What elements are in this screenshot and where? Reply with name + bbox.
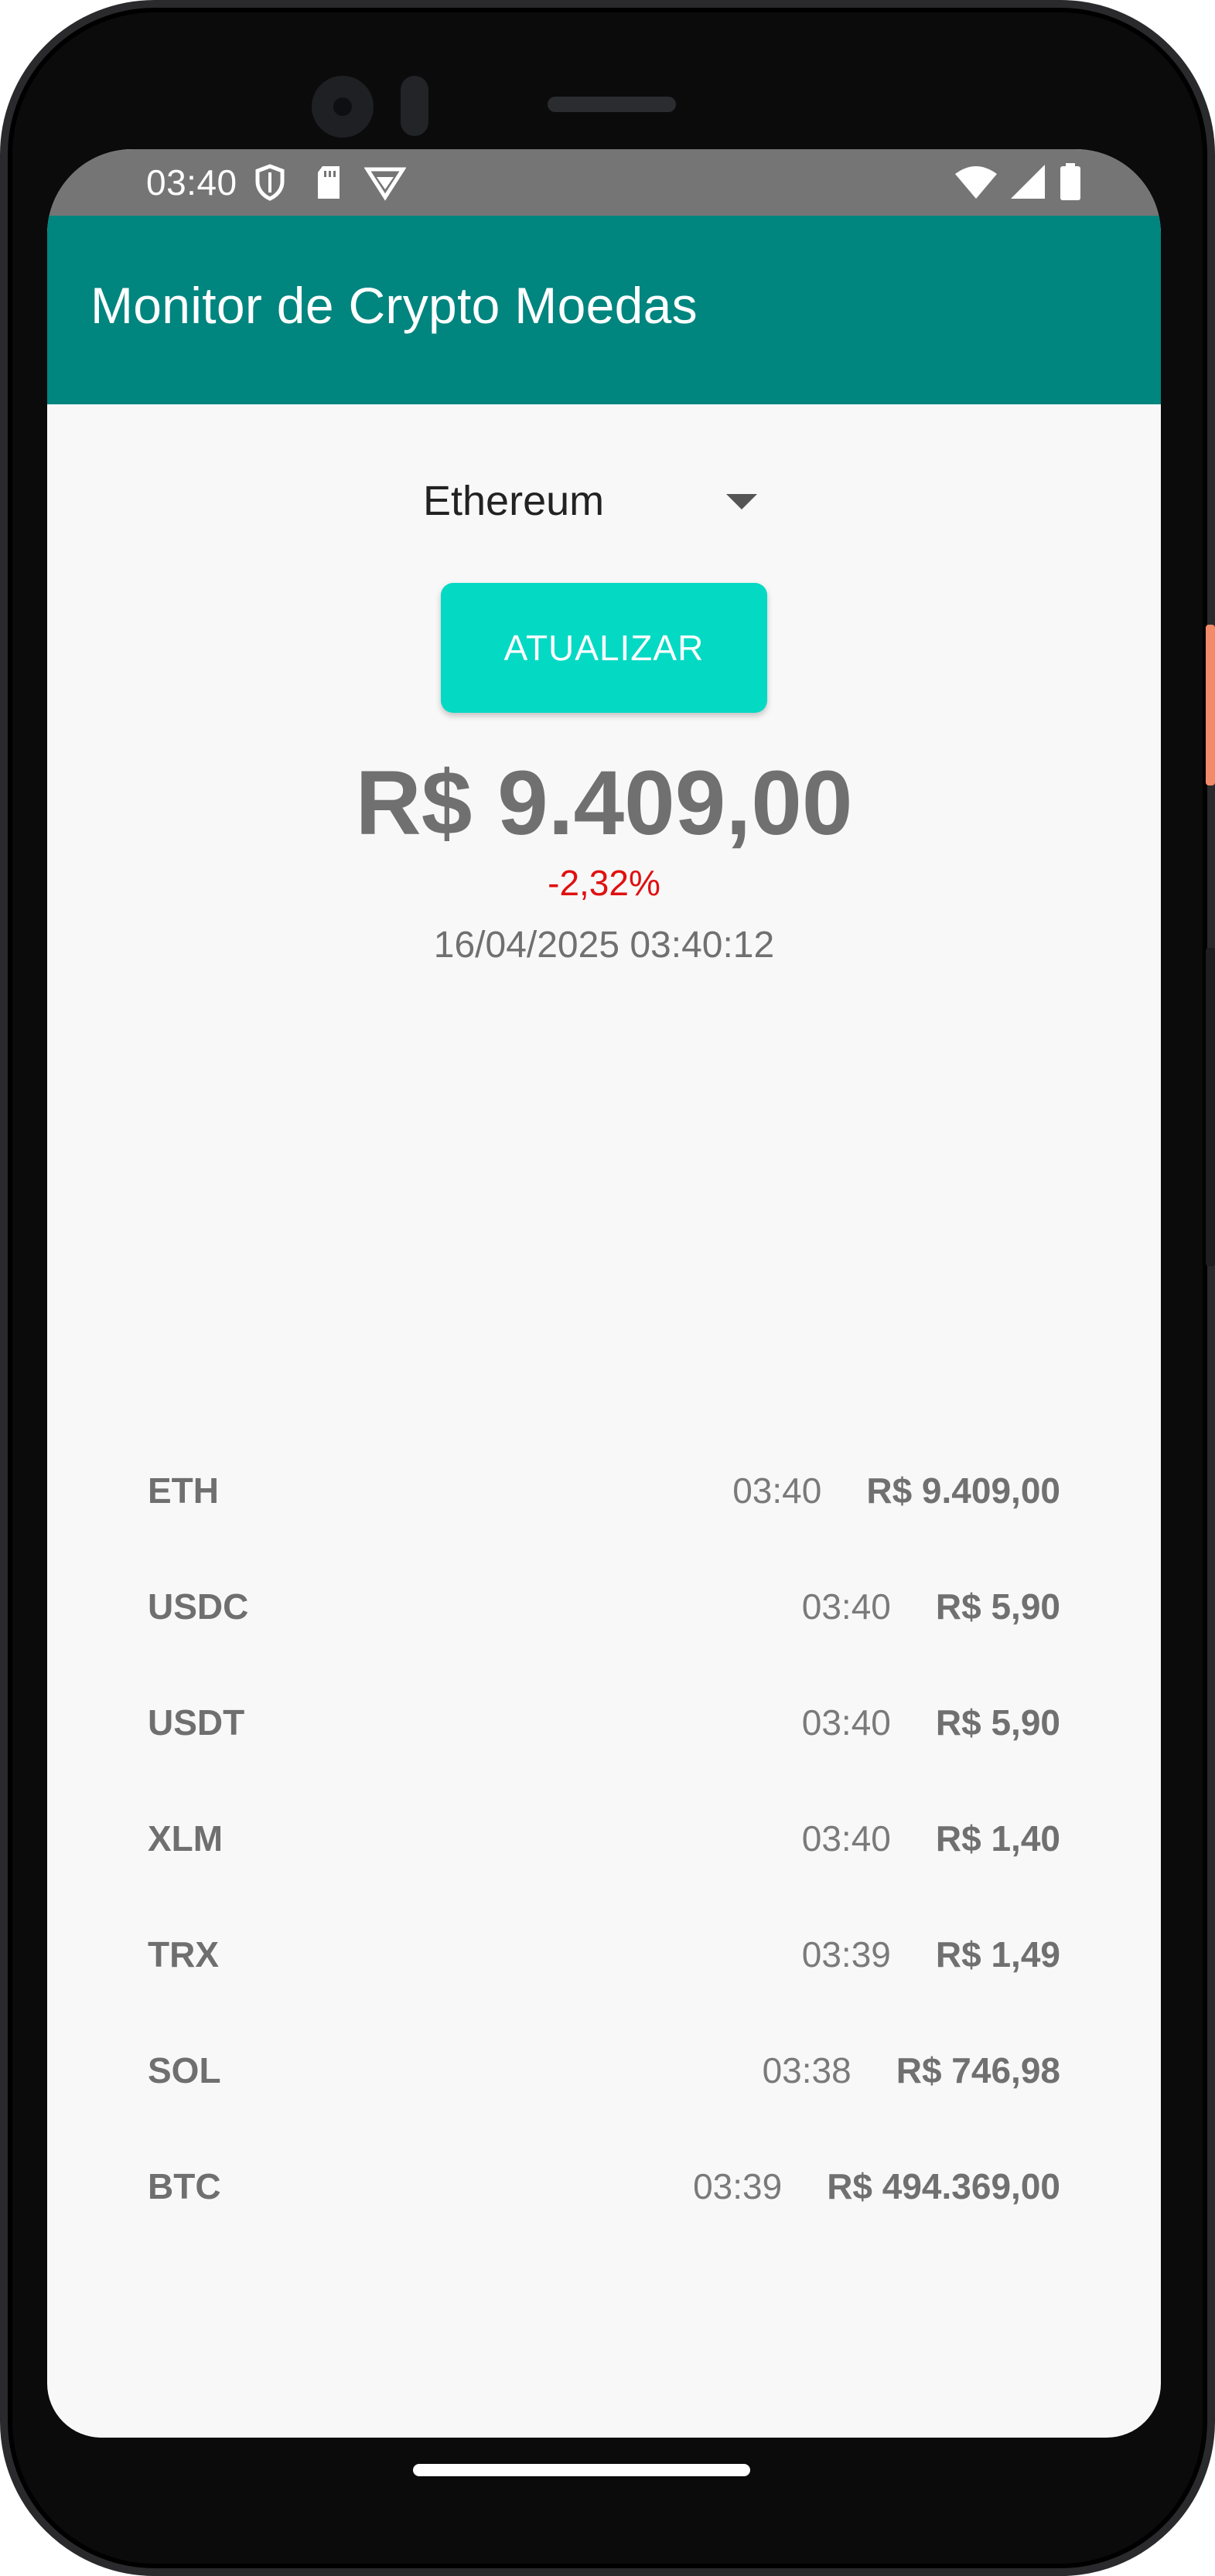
price-change: -2,32% xyxy=(548,863,660,903)
quote-time: 03:39 xyxy=(693,2166,783,2206)
quote-price: R$ 746,98 xyxy=(896,2050,1060,2090)
quote-price: R$ 9.409,00 xyxy=(866,1470,1060,1511)
front-camera xyxy=(312,76,374,138)
quote-price: R$ 494.369,00 xyxy=(827,2166,1060,2206)
coin-selector-value: Ethereum xyxy=(423,478,605,524)
list-item[interactable]: TRX 03:39 R$ 1,49 xyxy=(47,1896,1161,2012)
quote-price: R$ 1,49 xyxy=(935,1934,1060,1975)
cell-signal-icon xyxy=(1011,165,1045,199)
quote-time: 03:40 xyxy=(801,1818,891,1859)
dropdown-arrow-icon xyxy=(726,494,757,509)
quote-price: R$ 5,90 xyxy=(935,1702,1060,1743)
coin-symbol: ETH xyxy=(148,1470,219,1511)
app-bar: Monitor de Crypto Moedas xyxy=(47,216,1161,404)
quote-price: R$ 1,40 xyxy=(935,1818,1060,1859)
list-item[interactable]: USDC 03:40 R$ 5,90 xyxy=(47,1549,1161,1665)
coin-symbol: USDC xyxy=(148,1586,249,1627)
app-screen: 03:40 Monitor de Crypto Moedas Ethereum … xyxy=(47,149,1161,2438)
quote-price: R$ 5,90 xyxy=(935,1586,1060,1627)
quote-time: 03:38 xyxy=(762,2050,852,2090)
earpiece-speaker xyxy=(548,97,676,112)
power-button[interactable] xyxy=(1206,625,1215,785)
coin-symbol: XLM xyxy=(148,1818,224,1859)
list-item[interactable]: BTC 03:39 R$ 494.369,00 xyxy=(47,2128,1161,2244)
status-bar: 03:40 xyxy=(47,149,1161,216)
list-item[interactable]: XLM 03:40 R$ 1,40 xyxy=(47,1780,1161,1896)
quote-time: 03:40 xyxy=(801,1702,891,1743)
coin-selector[interactable]: Ethereum xyxy=(423,466,810,536)
coin-symbol: BTC xyxy=(148,2166,221,2206)
price-timestamp: 16/04/2025 03:40:12 xyxy=(433,925,775,966)
home-gesture-bar[interactable] xyxy=(413,2464,750,2476)
quote-time: 03:40 xyxy=(801,1586,891,1627)
sd-card-icon xyxy=(318,166,340,199)
refresh-button[interactable]: ATUALIZAR xyxy=(441,583,767,713)
list-item[interactable]: USDT 03:40 R$ 5,90 xyxy=(47,1665,1161,1780)
battery-icon xyxy=(1060,163,1080,200)
wifi-icon xyxy=(955,166,997,199)
list-item[interactable]: SOL 03:38 R$ 746,98 xyxy=(47,2012,1161,2128)
list-item[interactable]: ETH 03:40 R$ 9.409,00 xyxy=(47,1433,1161,1549)
app-title: Monitor de Crypto Moedas xyxy=(90,277,698,334)
proximity-sensor xyxy=(401,76,428,136)
quote-time: 03:39 xyxy=(801,1934,891,1975)
volume-button[interactable] xyxy=(1206,948,1215,1266)
status-time: 03:40 xyxy=(146,162,237,203)
vpn-icon xyxy=(364,167,406,201)
coin-symbol: USDT xyxy=(148,1702,245,1743)
coin-symbol: TRX xyxy=(148,1934,219,1975)
quote-time: 03:40 xyxy=(732,1470,822,1511)
current-price: R$ 9.409,00 xyxy=(355,752,853,854)
coin-symbol: SOL xyxy=(148,2050,221,2090)
shield-icon xyxy=(255,164,285,201)
